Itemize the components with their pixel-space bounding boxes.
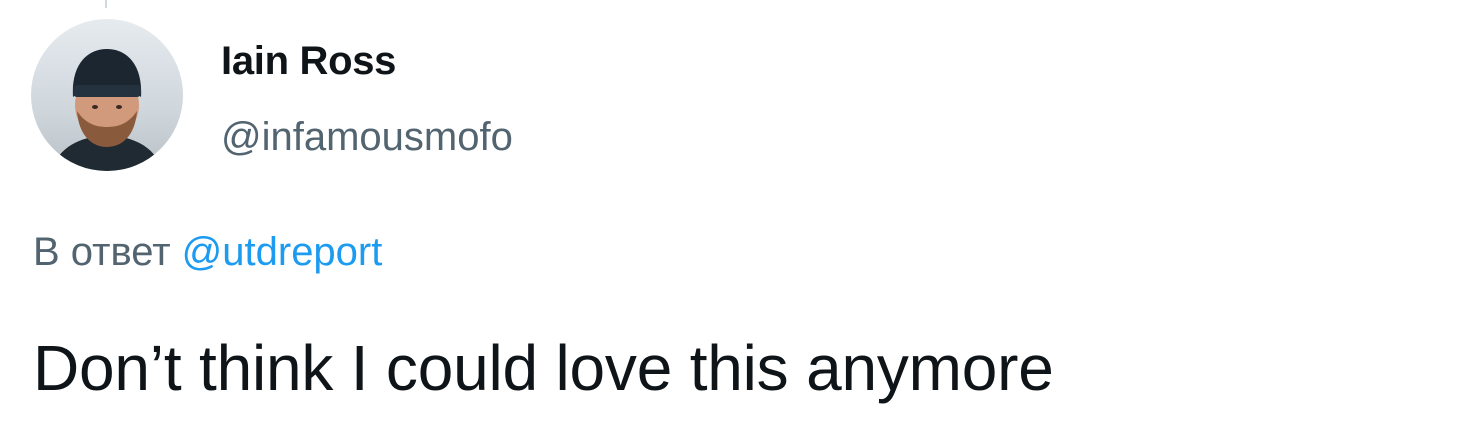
author-display-name[interactable]: Iain Ross xyxy=(221,37,513,85)
thread-connector-line xyxy=(105,0,107,8)
author-info: Iain Ross @infamousmofo xyxy=(221,37,513,161)
reply-context: В ответ @utdreport xyxy=(33,226,382,278)
author-avatar[interactable] xyxy=(31,19,183,171)
tweet-card: Iain Ross @infamousmofo В ответ @utdrepo… xyxy=(0,0,1460,421)
author-handle[interactable]: @infamousmofo xyxy=(221,113,513,161)
tweet-text: Don’t think I could love this anymore xyxy=(33,332,1054,404)
avatar-photo-icon xyxy=(31,19,183,171)
reply-mention-link[interactable]: @utdreport xyxy=(182,230,383,274)
reply-prefix: В ответ xyxy=(33,230,171,274)
